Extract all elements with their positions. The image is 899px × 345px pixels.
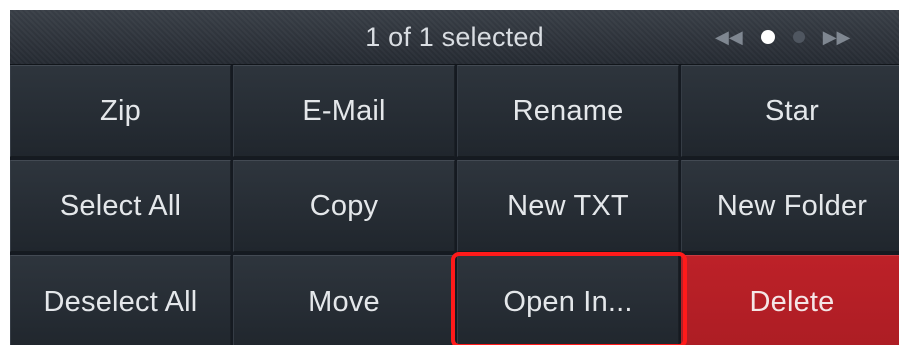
rename-button[interactable]: Rename (457, 65, 679, 157)
open-in-button[interactable]: Open In... (457, 255, 679, 345)
double-chevron-right-icon[interactable]: ▶▶ (823, 28, 851, 46)
email-button[interactable]: E-Mail (233, 65, 455, 157)
select-all-button[interactable]: Select All (10, 160, 231, 252)
deselect-all-button[interactable]: Deselect All (10, 255, 231, 345)
page-indicator: ◀◀ ▶▶ (715, 10, 850, 64)
new-txt-button[interactable]: New TXT (457, 160, 679, 252)
zip-button[interactable]: Zip (10, 65, 231, 157)
action-panel: 1 of 1 selected ◀◀ ▶▶ Zip E-Mail Rename … (10, 10, 899, 345)
new-folder-button[interactable]: New Folder (681, 160, 899, 252)
copy-button[interactable]: Copy (233, 160, 455, 252)
double-chevron-left-icon[interactable]: ◀◀ (715, 28, 743, 46)
selection-header: 1 of 1 selected ◀◀ ▶▶ (10, 10, 899, 65)
star-button[interactable]: Star (681, 65, 899, 157)
move-button[interactable]: Move (233, 255, 455, 345)
page-dot-inactive[interactable] (792, 31, 805, 43)
page-dot-active[interactable] (760, 30, 775, 44)
delete-button[interactable]: Delete (681, 255, 899, 345)
action-grid: Zip E-Mail Rename Star Select All Copy N… (10, 65, 899, 345)
